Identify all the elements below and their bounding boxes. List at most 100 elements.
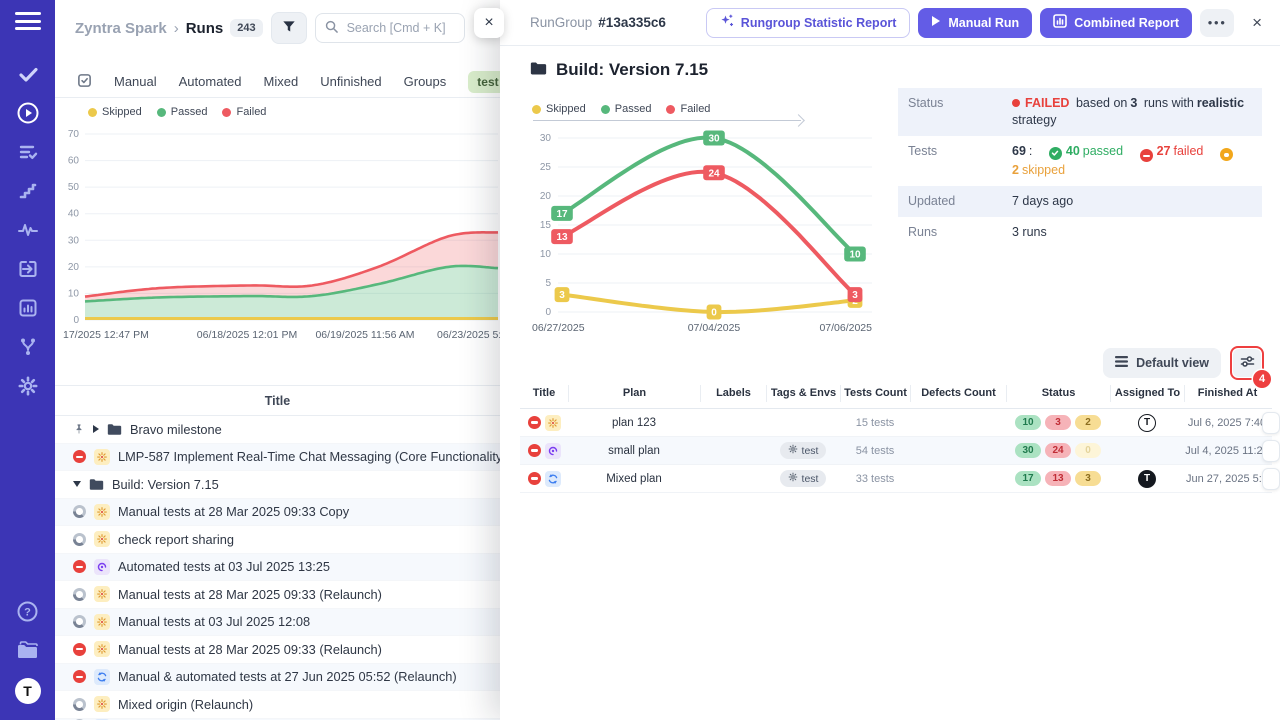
- close-icon[interactable]: ×: [1252, 13, 1262, 33]
- status-strategy: realistic: [1197, 96, 1244, 110]
- row-actions-stub[interactable]: [1262, 468, 1280, 490]
- sidebar-item-settings[interactable]: [8, 368, 48, 407]
- passed-count-pill: 30: [1015, 443, 1041, 458]
- status-text: based on: [1076, 96, 1127, 110]
- run-row[interactable]: Mixed origin (Relaunch): [55, 691, 500, 719]
- sidebar-item-import[interactable]: [8, 251, 48, 290]
- sidebar-item-steps[interactable]: [8, 173, 48, 212]
- run-row[interactable]: Automated tests at 03 Jul 2025 13:25: [55, 554, 500, 582]
- tab-unfinished[interactable]: Unfinished: [320, 74, 381, 89]
- run-row[interactable]: LMP-587 Implement Real-Time Chat Messagi…: [55, 444, 500, 472]
- svg-text:0: 0: [73, 315, 79, 326]
- sidebar-item-branches[interactable]: [8, 329, 48, 368]
- svg-text:3: 3: [852, 290, 858, 301]
- sidebar-item-help[interactable]: ?: [8, 593, 48, 632]
- assignee-avatar[interactable]: T: [1138, 414, 1156, 432]
- svg-text:50: 50: [68, 182, 80, 193]
- select-all-icon[interactable]: [77, 73, 92, 91]
- search-bar[interactable]: [315, 13, 465, 43]
- row-actions-stub[interactable]: [1262, 412, 1280, 434]
- tag-pill[interactable]: test: [780, 470, 827, 487]
- run-title: Manual tests at 28 Mar 2025 09:33 (Relau…: [118, 587, 382, 602]
- bar-chart-icon: [17, 297, 39, 322]
- table-view-icon: [1115, 356, 1128, 370]
- list-header-title: Title: [55, 385, 500, 416]
- rungroup-line-chart-svg: 0510152025303021730101324306/27/202507/0…: [520, 126, 880, 338]
- runs-value: 3 runs: [1012, 224, 1252, 241]
- run-row[interactable]: check report sharing: [55, 526, 500, 554]
- run-row[interactable]: Manual tests at 28 Mar 2025 09:33 (Relau…: [55, 636, 500, 664]
- sidebar-item-reports[interactable]: [8, 290, 48, 329]
- failed-status-icon: [528, 472, 541, 485]
- column-header[interactable]: Status: [1006, 385, 1110, 402]
- rungroup-run-row[interactable]: plan 12315 tests1032TJul 6, 2025 7:40: [520, 409, 1272, 437]
- column-header[interactable]: Labels: [700, 385, 766, 402]
- filter-button[interactable]: [271, 12, 307, 44]
- svg-text:10: 10: [849, 250, 861, 261]
- failed-status-icon: [73, 670, 86, 683]
- run-title: LMP-587 Implement Real-Time Chat Messagi…: [118, 449, 500, 464]
- tab-test-work-pill[interactable]: test work: [468, 71, 500, 93]
- steps-icon: [18, 181, 38, 204]
- rungroup-run-row[interactable]: Mixed plantest33 tests17133TJun 27, 2025…: [520, 465, 1272, 493]
- manual-origin-icon: [94, 696, 110, 712]
- run-row[interactable]: Manual & automated tests at 27 Jun 2025 …: [55, 664, 500, 692]
- table-view-bar: Default view 4: [1103, 346, 1264, 380]
- sidebar-item-activity[interactable]: [8, 212, 48, 251]
- folder-row[interactable]: Bravo milestone: [55, 416, 500, 444]
- run-title: check report sharing: [118, 532, 234, 547]
- column-header[interactable]: Plan: [568, 385, 700, 402]
- default-view-button[interactable]: Default view: [1103, 348, 1221, 378]
- search-input[interactable]: [345, 20, 455, 36]
- sidebar-item-tests[interactable]: [8, 56, 48, 95]
- rungroup-statistic-report-button[interactable]: Rungroup Statistic Report: [706, 8, 911, 38]
- sidebar-user-avatar[interactable]: T: [8, 671, 48, 710]
- more-actions-button[interactable]: ●●●: [1200, 9, 1234, 37]
- svg-text:5: 5: [545, 278, 551, 289]
- rungroup-run-row[interactable]: small plantest54 tests30240Jul 4, 2025 1…: [520, 437, 1272, 465]
- failed-status-icon: [73, 643, 86, 656]
- tab-automated[interactable]: Automated: [179, 74, 242, 89]
- column-header[interactable]: Assigned To: [1110, 385, 1184, 402]
- chevron-down-icon[interactable]: [73, 481, 81, 487]
- status-badge: FAILED: [1025, 96, 1069, 110]
- column-header[interactable]: Tests Count: [840, 385, 910, 402]
- tab-manual[interactable]: Manual: [114, 74, 157, 89]
- sidebar-item-runs[interactable]: [8, 95, 48, 134]
- tab-groups[interactable]: Groups: [404, 74, 447, 89]
- run-row[interactable]: Manual tests at 28 Mar 2025 09:33 (Relau…: [55, 581, 500, 609]
- tab-mixed[interactable]: Mixed: [264, 74, 299, 89]
- line-chart-legend: Skipped Passed Failed: [532, 103, 710, 115]
- rungroup-runs-table: TitlePlanLabelsTags & EnvsTests CountDef…: [520, 378, 1272, 493]
- tag-pill[interactable]: test: [780, 442, 827, 459]
- sidebar-item-suites[interactable]: [8, 134, 48, 173]
- svg-text:0: 0: [545, 307, 551, 318]
- chevron-right-icon[interactable]: [93, 425, 99, 433]
- folder-row[interactable]: Build: Version 7.15: [55, 471, 500, 499]
- column-header[interactable]: Title: [520, 385, 568, 402]
- run-row[interactable]: Manual tests at 03 Jul 2025 12:08: [55, 609, 500, 637]
- breadcrumb-project[interactable]: Zyntra Spark: [75, 20, 167, 37]
- run-title: Mixed origin (Relaunch): [118, 697, 253, 712]
- drawer-close-tab[interactable]: ×: [474, 8, 504, 38]
- finished-at: Jun 27, 2025 5:5: [1186, 473, 1268, 485]
- run-row[interactable]: Manual tests at 28 Mar 2025 09:33 Copy: [55, 499, 500, 527]
- sidebar-item-projects[interactable]: [8, 632, 48, 671]
- svg-text:17/2025 12:47 PM: 17/2025 12:47 PM: [63, 329, 149, 341]
- svg-text:30: 30: [540, 133, 552, 144]
- manual-run-button[interactable]: Manual Run: [918, 8, 1032, 38]
- row-actions-stub[interactable]: [1262, 440, 1280, 462]
- column-header[interactable]: Defects Count: [910, 385, 1006, 402]
- svg-text:25: 25: [540, 162, 552, 173]
- mixed-origin-icon: [94, 669, 110, 685]
- assignee-avatar[interactable]: T: [1138, 470, 1156, 488]
- menu-icon[interactable]: [15, 12, 41, 30]
- tests-count: 54 tests: [856, 445, 895, 457]
- in-progress-status-icon: [73, 588, 86, 601]
- column-header[interactable]: Finished At: [1184, 385, 1270, 402]
- failed-count-pill: 3: [1045, 415, 1071, 430]
- status-text: strategy: [1012, 113, 1056, 127]
- combined-report-button[interactable]: Combined Report: [1040, 8, 1192, 38]
- svg-text:15: 15: [540, 220, 552, 231]
- column-header[interactable]: Tags & Envs: [766, 385, 840, 402]
